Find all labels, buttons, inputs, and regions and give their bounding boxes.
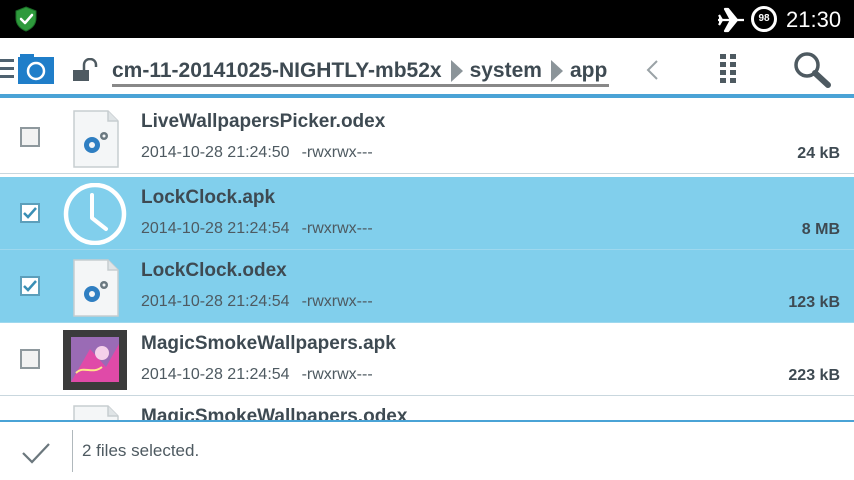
file-row[interactable]: MagicSmokeWallpapers.apk 2014-10-28 21:2…	[0, 323, 854, 396]
unlock-icon[interactable]	[72, 58, 98, 82]
checkmark-icon	[23, 207, 37, 219]
menu-icon[interactable]	[0, 57, 16, 81]
file-date: 2014-10-28 21:24:54	[141, 293, 290, 310]
settings-file-icon	[73, 405, 119, 420]
settings-file-icon	[73, 259, 119, 317]
file-row[interactable]: LiveWallpapersPicker.odex 2014-10-28 21:…	[0, 101, 854, 174]
file-meta: 2014-10-28 21:24:54 -rwxrwx---	[141, 366, 373, 384]
file-size: 24 kB	[797, 145, 840, 162]
file-name: MagicSmokeWallpapers.odex	[141, 406, 408, 420]
file-size: 223 kB	[788, 367, 840, 384]
file-row[interactable]: MagicSmokeWallpapers.odex	[0, 396, 854, 420]
file-date: 2014-10-28 21:24:54	[141, 366, 290, 383]
wallpaper-app-icon	[63, 330, 127, 390]
row-checkbox-checked[interactable]	[20, 203, 40, 223]
selection-count-text: 2 files selected.	[82, 441, 200, 460]
breadcrumb-underline	[112, 84, 609, 87]
file-name: MagicSmokeWallpapers.apk	[141, 333, 396, 354]
search-icon[interactable]	[792, 50, 832, 88]
clock-app-icon	[63, 183, 127, 245]
breadcrumb-item-app[interactable]: app	[570, 58, 607, 84]
file-name: LiveWallpapersPicker.odex	[141, 111, 386, 132]
settings-file-icon	[73, 110, 119, 168]
breadcrumb-separator-icon	[550, 60, 563, 82]
status-bar: 98 21:30	[0, 0, 854, 38]
battery-icon: 98	[751, 6, 777, 32]
file-row-selected[interactable]: LockClock.apk 2014-10-28 21:24:54 -rwxrwx…	[0, 177, 854, 250]
file-meta: 2014-10-28 21:24:50 -rwxrwx---	[141, 144, 373, 162]
checkmark-icon	[23, 280, 37, 292]
file-size: 123 kB	[788, 294, 840, 311]
row-checkbox[interactable]	[20, 127, 40, 147]
checkmark-icon[interactable]	[20, 440, 52, 466]
grid-view-icon[interactable]	[714, 52, 744, 86]
app-logo-icon[interactable]	[18, 54, 54, 84]
breadcrumb-item-system[interactable]: system	[470, 58, 542, 84]
toolbar: cm-11-20141025-NIGHTLY-mb52x system app	[0, 38, 854, 98]
breadcrumb-separator-icon	[450, 60, 463, 82]
row-checkbox[interactable]	[20, 349, 40, 369]
row-checkbox-checked[interactable]	[20, 276, 40, 296]
file-permissions: -rwxrwx---	[301, 220, 373, 237]
back-chevron-icon[interactable]	[644, 58, 660, 82]
file-permissions: -rwxrwx---	[301, 293, 373, 310]
shield-check-icon	[15, 6, 37, 32]
file-permissions: -rwxrwx---	[301, 144, 373, 161]
breadcrumb: cm-11-20141025-NIGHTLY-mb52x system app	[112, 56, 607, 86]
clock-time: 21:30	[786, 7, 842, 32]
file-name: LockClock.apk	[141, 187, 276, 208]
file-meta: 2014-10-28 21:24:54 -rwxrwx---	[141, 220, 373, 238]
file-date: 2014-10-28 21:24:54	[141, 220, 290, 237]
file-permissions: -rwxrwx---	[301, 366, 373, 383]
battery-level: 98	[758, 13, 770, 24]
breadcrumb-item-root[interactable]: cm-11-20141025-NIGHTLY-mb52x	[112, 58, 442, 84]
file-name: LockClock.odex	[141, 260, 287, 281]
airplane-icon	[718, 7, 744, 33]
action-divider	[72, 430, 73, 472]
file-list: LiveWallpapersPicker.odex 2014-10-28 21:…	[0, 98, 854, 420]
selection-action-bar: 2 files selected.	[0, 422, 854, 480]
file-size: 8 MB	[801, 221, 840, 238]
file-meta: 2014-10-28 21:24:54 -rwxrwx---	[141, 293, 373, 311]
file-row-selected[interactable]: LockClock.odex 2014-10-28 21:24:54 -rwxrw…	[0, 250, 854, 323]
file-date: 2014-10-28 21:24:50	[141, 144, 290, 161]
